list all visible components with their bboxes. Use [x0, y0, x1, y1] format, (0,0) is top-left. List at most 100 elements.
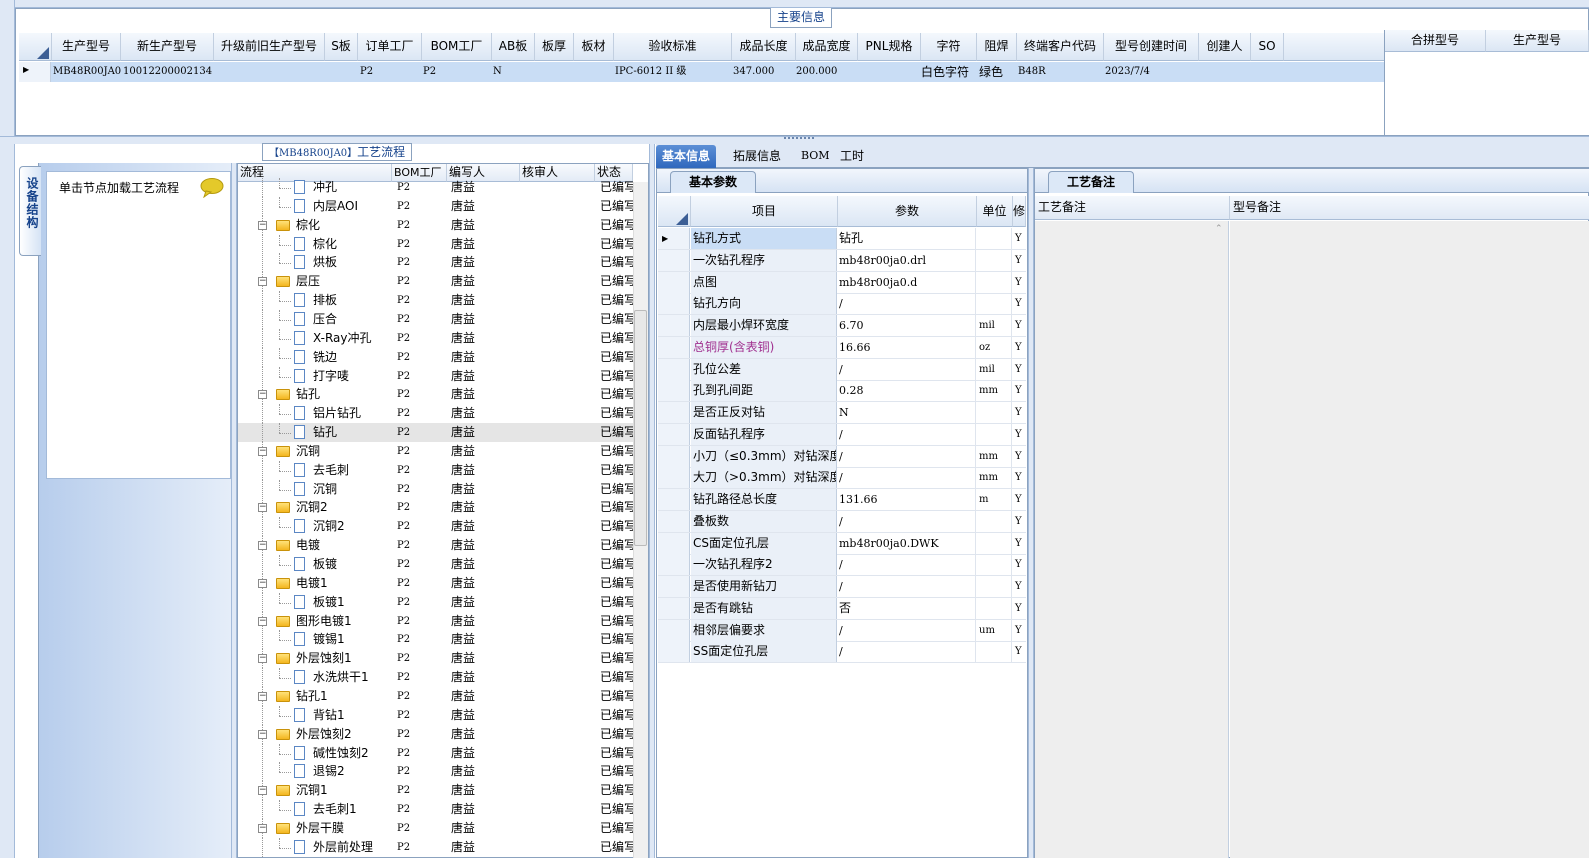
- param-modify-flag[interactable]: Y: [1013, 467, 1026, 488]
- param-value[interactable]: 131.66: [838, 489, 976, 510]
- tree-group-node[interactable]: − 棕化 P2 唐益 已编写: [238, 215, 633, 235]
- tab-process-remarks[interactable]: 工艺备注: [1048, 171, 1134, 193]
- tree-leaf-node[interactable]: 铝片钻孔 P2 唐益 已编写: [238, 404, 633, 424]
- row-indicator[interactable]: ▶: [658, 228, 690, 249]
- param-modify-flag[interactable]: Y: [1013, 533, 1026, 554]
- param-row[interactable]: ▶ 钻孔方式 钻孔 Y: [658, 228, 1026, 250]
- param-modify-flag[interactable]: Y: [1013, 620, 1026, 641]
- col-new-model[interactable]: 新生产型号: [121, 33, 214, 61]
- col-created-time[interactable]: 型号创建时间: [1104, 33, 1199, 61]
- param-row[interactable]: 钻孔方向 / Y: [658, 293, 1026, 316]
- main-table-row[interactable]: [19, 62, 1384, 82]
- row-indicator[interactable]: [658, 293, 690, 315]
- param-row[interactable]: 是否有跳钻否 Y: [658, 597, 1026, 620]
- param-modify-flag[interactable]: Y: [1013, 293, 1026, 314]
- cell-new-model[interactable]: 10012200002134: [123, 62, 212, 82]
- tree-group-node[interactable]: − 钻孔 P2 唐益 已编写: [238, 385, 633, 405]
- param-value[interactable]: /: [838, 293, 976, 315]
- param-row[interactable]: 孔位公差 / mil Y: [658, 358, 1026, 381]
- tree-group-node[interactable]: − 电镀1 P2 唐益 已编写: [238, 573, 633, 593]
- tree-group-node[interactable]: − 外层蚀刻1 P2 唐益 已编写: [238, 649, 633, 669]
- tree-leaf-node[interactable]: 钻孔 P2 唐益 已编写: [238, 423, 633, 443]
- tab-bom[interactable]: BOM: [795, 145, 836, 168]
- param-value[interactable]: mb48r00ja0.DWK: [838, 532, 976, 554]
- param-row[interactable]: SS面定位孔层 / Y: [658, 641, 1026, 664]
- col-merged-model[interactable]: 合拼型号: [1385, 30, 1486, 52]
- cell-model[interactable]: MB48R00JA0: [53, 62, 121, 82]
- param-row[interactable]: 一次钻孔程序2/ Y: [658, 554, 1026, 577]
- param-row[interactable]: 是否正反对钻 N Y: [658, 402, 1026, 424]
- tree-scroll-thumb[interactable]: [634, 310, 647, 546]
- tree-leaf-node[interactable]: 沉铜2 P2 唐益 已编写: [238, 517, 633, 537]
- cell-solder-mask[interactable]: 绿色: [979, 62, 1003, 82]
- param-row[interactable]: 相邻层偏要求 / um Y: [658, 619, 1026, 642]
- tab-extended-info[interactable]: 拓展信息: [727, 145, 787, 168]
- param-value[interactable]: /: [838, 554, 976, 576]
- cell-length[interactable]: 347.000: [733, 62, 774, 82]
- tree-leaf-node[interactable]: 沉铜 P2 唐益 已编写: [238, 479, 633, 499]
- col-material[interactable]: 板材: [574, 33, 614, 61]
- param-value[interactable]: /: [838, 467, 976, 489]
- param-row[interactable]: 大刀（>0.3mm）对钻深度 / mm Y: [658, 467, 1026, 490]
- col-creator[interactable]: 创建人: [1199, 33, 1251, 61]
- row-indicator[interactable]: [658, 271, 690, 293]
- param-modify-flag[interactable]: Y: [1013, 402, 1026, 423]
- tree-leaf-node[interactable]: 镀锡1 P2 唐益 已编写: [238, 630, 633, 650]
- collapse-toggle-icon[interactable]: −: [258, 541, 267, 551]
- param-value[interactable]: 否: [838, 597, 976, 619]
- col-so[interactable]: SO: [1251, 33, 1284, 61]
- cell-order-factory[interactable]: P2: [360, 62, 373, 82]
- tree-group-node[interactable]: − 层压 P2 唐益 已编写: [238, 272, 633, 292]
- tree-group-node[interactable]: − 沉铜2 P2 唐益 已编写: [238, 498, 633, 518]
- param-value[interactable]: /: [838, 641, 976, 663]
- param-value[interactable]: /: [838, 510, 976, 532]
- param-modify-flag[interactable]: Y: [1013, 228, 1026, 249]
- row-indicator[interactable]: [658, 423, 690, 445]
- tree-leaf-node[interactable]: 去毛刺 P2 唐益 已编写: [238, 460, 633, 480]
- cell-character[interactable]: 白色字符: [921, 62, 969, 82]
- param-row[interactable]: 小刀（≤0.3mm）对钻深度 / mm Y: [658, 445, 1026, 468]
- collapse-toggle-icon[interactable]: −: [258, 786, 267, 796]
- collapse-toggle-icon[interactable]: −: [258, 277, 267, 287]
- row-indicator[interactable]: [658, 597, 690, 619]
- params-corner-header[interactable]: [658, 196, 691, 227]
- col-character[interactable]: 字符: [921, 33, 977, 61]
- tree-group-node[interactable]: − 沉铜1 P2 唐益 已编写: [238, 781, 633, 801]
- param-row[interactable]: 是否使用新钻刀 / Y: [658, 576, 1026, 598]
- remarks-col-model[interactable]: 型号备注: [1230, 196, 1589, 220]
- collapse-toggle-icon[interactable]: −: [258, 578, 267, 588]
- col-thickness[interactable]: 板厚: [535, 33, 574, 61]
- params-col-unit[interactable]: 单位: [977, 196, 1013, 227]
- param-modify-flag[interactable]: Y: [1013, 359, 1026, 380]
- tree-leaf-node[interactable]: 板镀 P2 唐益 已编写: [238, 555, 633, 574]
- collapse-toggle-icon[interactable]: −: [258, 616, 267, 626]
- col-pnl[interactable]: PNL规格: [858, 33, 921, 61]
- row-indicator[interactable]: [658, 554, 690, 576]
- collapse-toggle-icon[interactable]: −: [258, 691, 267, 701]
- param-modify-flag[interactable]: Y: [1013, 424, 1026, 445]
- tree-group-node[interactable]: − 外层干膜 P2 唐益 已编写: [238, 818, 633, 838]
- tab-work-hours[interactable]: 工时: [834, 145, 870, 168]
- tree-group-node[interactable]: − 钻孔1 P2 唐益 已编写: [238, 686, 633, 706]
- horizontal-splitter[interactable]: [0, 136, 1589, 144]
- param-value[interactable]: 0.28: [838, 380, 976, 402]
- tree-group-node[interactable]: − 图形电镀1 P2 唐益 已编写: [238, 611, 633, 631]
- tree-leaf-node[interactable]: 烘板 P2 唐益 已编写: [238, 253, 633, 273]
- param-value[interactable]: /: [838, 423, 976, 445]
- col-width[interactable]: 成品宽度: [796, 33, 858, 61]
- tab-basic-params[interactable]: 基本参数: [670, 171, 756, 193]
- param-modify-flag[interactable]: Y: [1013, 576, 1026, 597]
- params-col-item[interactable]: 项目: [691, 196, 838, 227]
- col-order-factory[interactable]: 订单工厂: [358, 33, 422, 61]
- param-value[interactable]: N: [838, 402, 976, 423]
- cell-created-time[interactable]: 2023/7/4: [1105, 62, 1150, 82]
- param-modify-flag[interactable]: Y: [1013, 598, 1026, 619]
- param-row[interactable]: CS面定位孔层 mb48r00ja0.DWK Y: [658, 532, 1026, 555]
- param-row[interactable]: 叠板数 / Y: [658, 510, 1026, 533]
- tab-device-structure[interactable]: 设备结构: [19, 166, 41, 256]
- param-modify-flag[interactable]: Y: [1013, 337, 1026, 358]
- param-value[interactable]: /: [838, 576, 976, 597]
- param-modify-flag[interactable]: Y: [1013, 489, 1026, 510]
- row-indicator[interactable]: [658, 510, 690, 532]
- cell-ab-board[interactable]: N: [493, 62, 502, 82]
